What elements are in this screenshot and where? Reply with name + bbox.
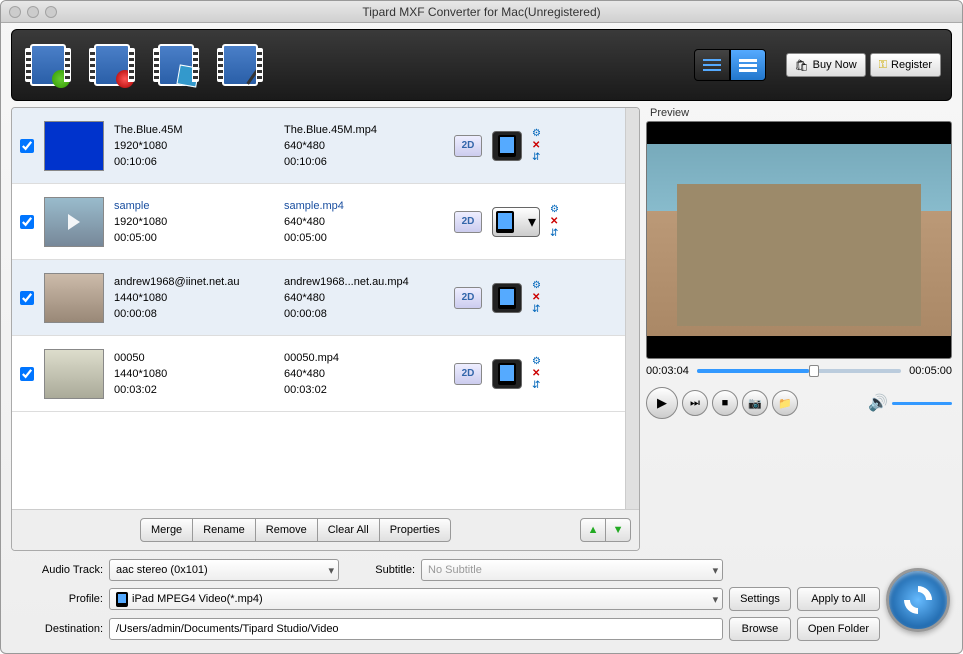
reorder-icon[interactable]: ⇵ [550,228,559,239]
settings-button[interactable]: Settings [729,587,791,611]
row-checkbox[interactable] [20,139,34,153]
audio-track-label: Audio Track: [13,564,103,576]
ipad-icon [496,211,514,233]
settings-icon[interactable]: ⚙ [532,128,541,139]
delete-icon[interactable]: ✕ [532,368,541,379]
file-row[interactable]: andrew1968@iinet.net.au1440*108000:00:08… [12,260,625,336]
file-row[interactable]: 000501440*108000:03:02 00050.mp4640*4800… [12,336,625,412]
thumbnail[interactable] [44,349,104,399]
view-thumb-button[interactable] [730,49,766,81]
volume-icon[interactable]: 🔊 [868,393,888,413]
delete-icon[interactable]: ✕ [550,216,559,227]
snapshot-button[interactable]: 📷 [742,390,768,416]
edit-button[interactable] [214,39,266,91]
device-button[interactable] [492,359,522,389]
preview-label: Preview [646,107,952,121]
titlebar: Tipard MXF Converter for Mac(Unregistere… [1,1,962,23]
subtitle-label: Subtitle: [345,564,415,576]
reorder-icon[interactable]: ⇵ [532,304,541,315]
volume-slider[interactable] [892,402,952,405]
add-file-button[interactable] [22,39,74,91]
window-title: Tipard MXF Converter for Mac(Unregistere… [1,5,962,19]
delete-icon[interactable]: ✕ [532,140,541,151]
merge-button[interactable]: Merge [140,518,193,542]
2d-badge[interactable]: 2D [454,211,482,233]
buy-now-button[interactable]: 🛍Buy Now [786,53,866,77]
file-row[interactable]: sample1920*108000:05:00 sample.mp4640*48… [12,184,625,260]
open-snapshot-folder-button[interactable]: 📁 [772,390,798,416]
destination-input[interactable]: /Users/admin/Documents/Tipard Studio/Vid… [109,618,723,640]
row-checkbox[interactable] [20,215,34,229]
preview-player[interactable] [646,121,952,359]
scrollbar[interactable] [625,108,639,509]
apply-to-all-button[interactable]: Apply to All [797,587,880,611]
profile-label: Profile: [13,593,103,605]
settings-icon[interactable]: ⚙ [532,280,541,291]
convert-button[interactable] [886,568,950,632]
move-up-button[interactable]: ▲ [580,518,606,542]
settings-icon[interactable]: ⚙ [550,204,559,215]
time-total: 00:05:00 [909,365,952,377]
clear-all-button[interactable]: Clear All [317,518,380,542]
ipad-icon [116,592,128,607]
stop-button[interactable]: ■ [712,390,738,416]
settings-icon[interactable]: ⚙ [532,356,541,367]
delete-icon[interactable]: ✕ [532,292,541,303]
reorder-icon[interactable]: ⇵ [532,152,541,163]
browse-button[interactable]: Browse [729,617,791,641]
seek-bar[interactable] [697,369,901,373]
properties-button[interactable]: Properties [379,518,451,542]
file-list: The.Blue.45M1920*108000:10:06 The.Blue.4… [12,108,625,509]
thumbnail[interactable] [44,197,104,247]
play-button[interactable]: ▶ [646,387,678,419]
move-down-button[interactable]: ▼ [605,518,631,542]
2d-badge[interactable]: 2D [454,363,482,385]
cart-icon: 🛍 [795,59,809,72]
audio-track-select[interactable]: aac stereo (0x101) [109,559,339,581]
time-current: 00:03:04 [646,365,689,377]
rename-button[interactable]: Rename [192,518,256,542]
thumbnail[interactable] [44,273,104,323]
row-checkbox[interactable] [20,291,34,305]
chevron-down-icon: ▾ [528,212,536,232]
file-row[interactable]: The.Blue.45M1920*108000:10:06 The.Blue.4… [12,108,625,184]
remove-button[interactable]: Remove [255,518,318,542]
view-list-button[interactable] [694,49,730,81]
device-button[interactable] [492,131,522,161]
open-folder-button[interactable]: Open Folder [797,617,880,641]
device-button[interactable] [492,283,522,313]
thumbnail[interactable] [44,121,104,171]
ipad-icon [498,363,516,385]
reorder-icon[interactable]: ⇵ [532,380,541,391]
device-dropdown[interactable]: ▾ [492,207,540,237]
register-button[interactable]: ⚿Register [870,53,941,77]
row-checkbox[interactable] [20,367,34,381]
next-button[interactable]: ⏭ [682,390,708,416]
3d-button[interactable] [150,39,202,91]
ipad-icon [498,287,516,309]
destination-label: Destination: [13,623,103,635]
2d-badge[interactable]: 2D [454,135,482,157]
main-toolbar: 🛍Buy Now ⚿Register [11,29,952,101]
key-icon: ⚿ [879,59,887,72]
ipad-icon [498,135,516,157]
subtitle-select[interactable]: No Subtitle [421,559,723,581]
profile-select[interactable]: iPad MPEG4 Video(*.mp4) [109,588,723,610]
trim-button[interactable] [86,39,138,91]
2d-badge[interactable]: 2D [454,287,482,309]
